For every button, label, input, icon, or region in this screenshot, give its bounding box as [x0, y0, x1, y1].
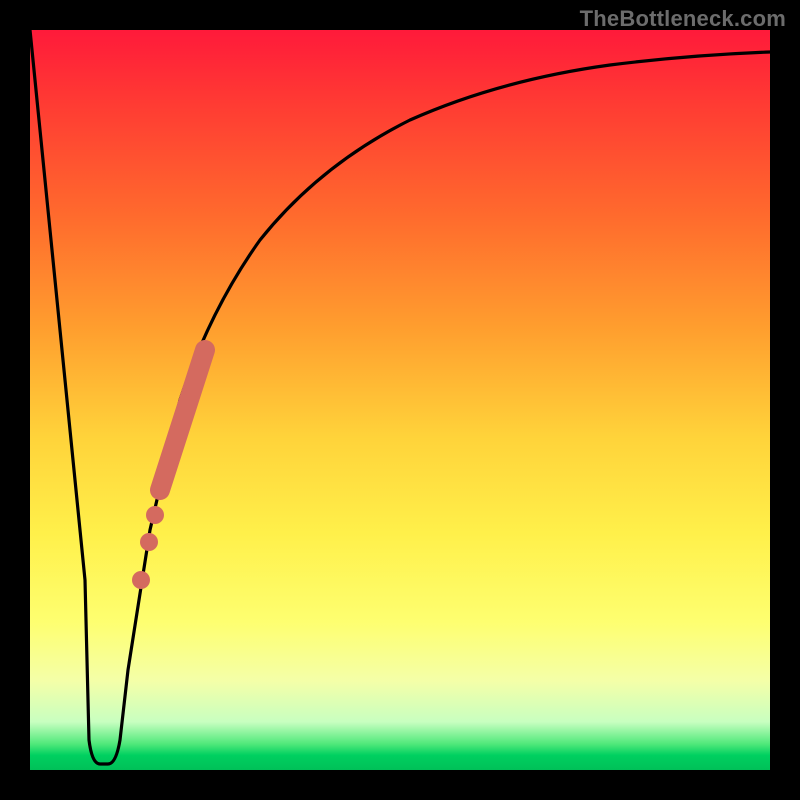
curve-svg	[30, 30, 770, 770]
watermark-text: TheBottleneck.com	[580, 6, 786, 32]
bottleneck-curve	[30, 30, 770, 764]
chart-frame: TheBottleneck.com	[0, 0, 800, 800]
plot-area	[30, 30, 770, 770]
highlight-dot	[146, 506, 164, 524]
highlight-dot	[140, 533, 158, 551]
highlight-dot	[132, 571, 150, 589]
highlight-segment	[160, 350, 205, 490]
